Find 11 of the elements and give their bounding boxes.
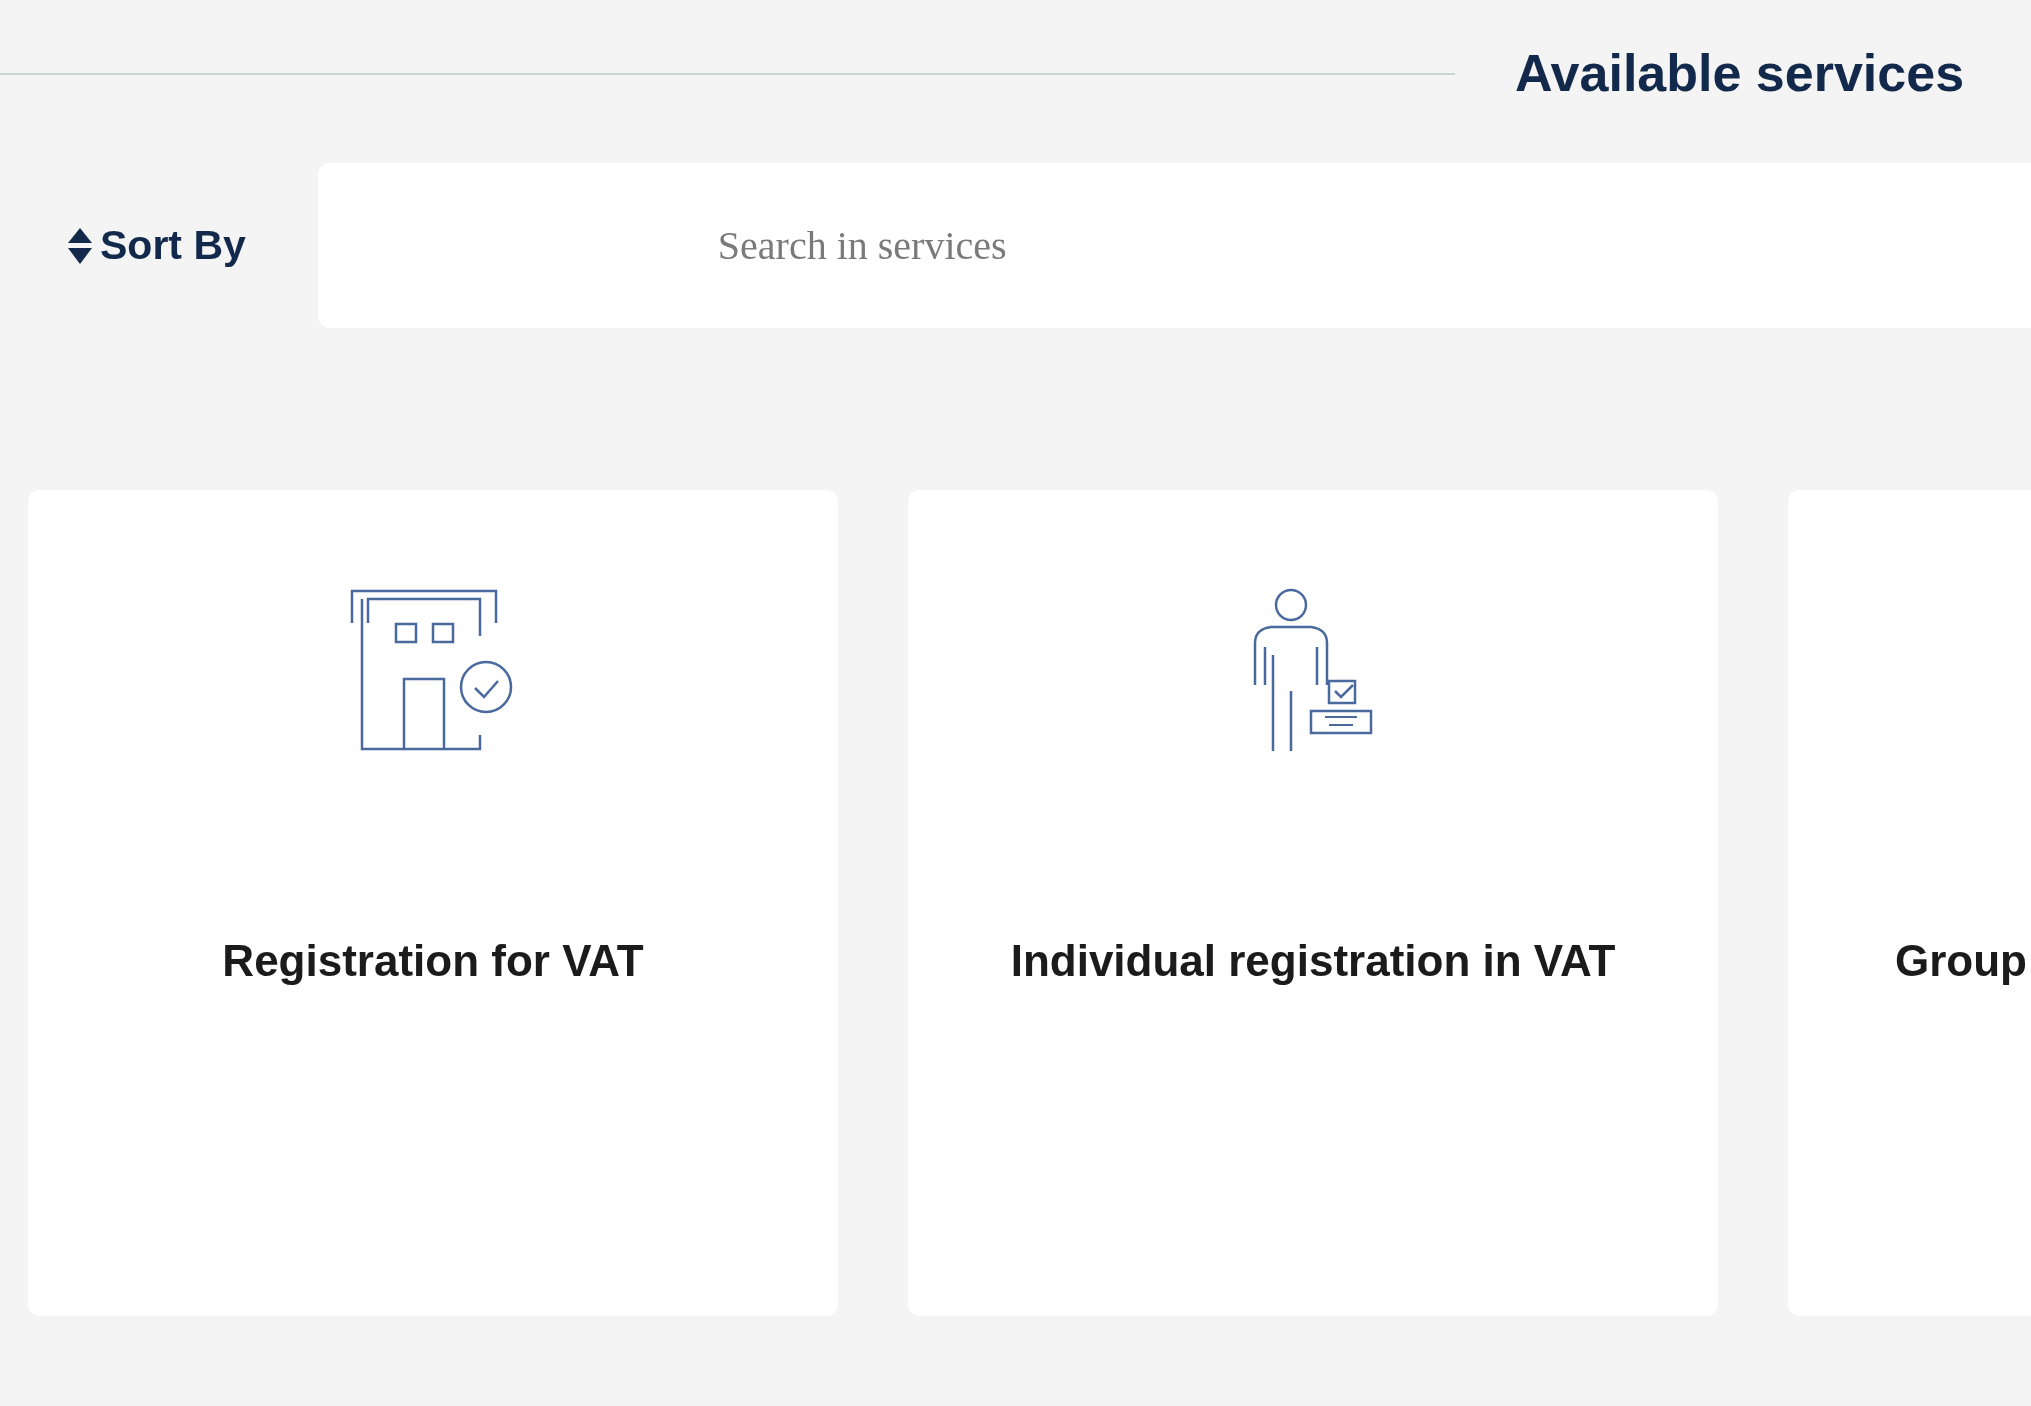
page-title: Available services [1515, 46, 1965, 99]
service-title: Registration for VAT [222, 935, 644, 987]
search-field[interactable]: Search in services [317, 163, 2031, 328]
service-title: Individual registration in VAT [1010, 935, 1616, 987]
service-card[interactable]: Individual registration in VAT [908, 490, 1718, 1316]
sort-button[interactable]: Sort By [68, 214, 246, 277]
sort-icon [68, 227, 92, 264]
service-card[interactable]: Group [1788, 490, 2031, 1316]
service-title: Group [1895, 935, 2027, 987]
person-vat-icon [1251, 587, 1375, 753]
service-card[interactable]: Registration for VAT [28, 490, 838, 1316]
